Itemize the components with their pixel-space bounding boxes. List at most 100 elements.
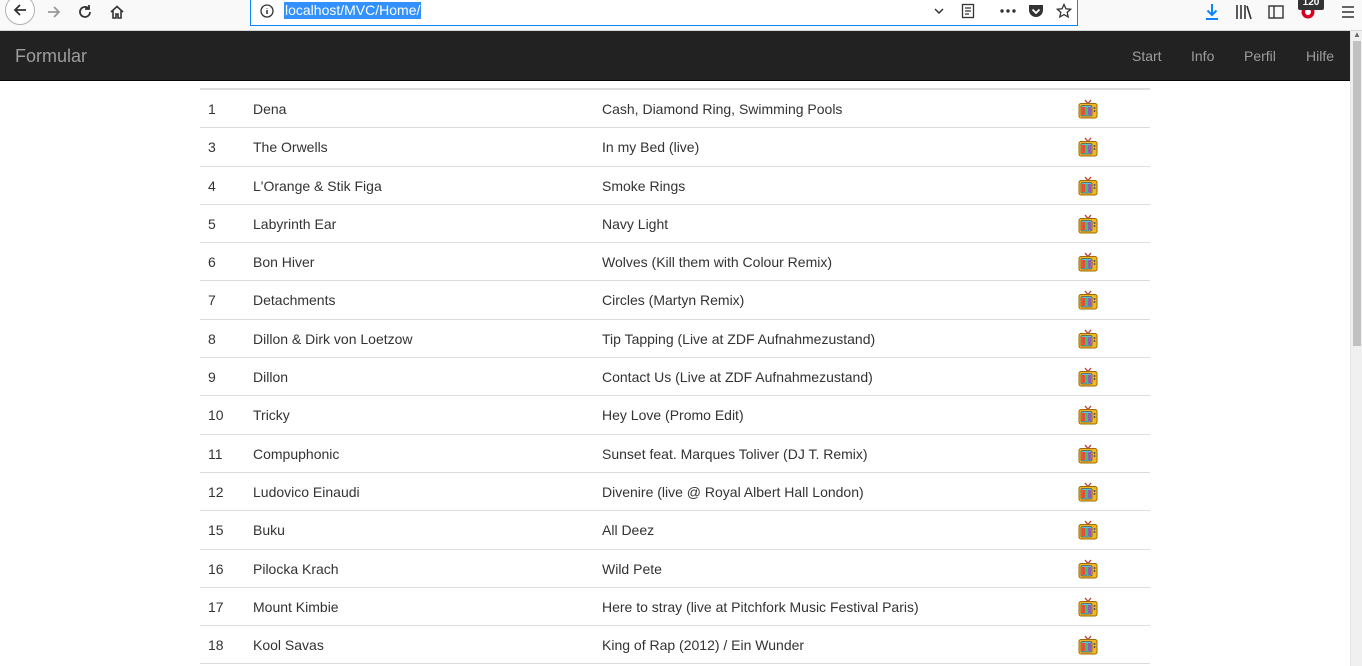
back-button[interactable] bbox=[5, 0, 35, 25]
navbar: Formular Start Info Perfil Hilfe bbox=[0, 31, 1350, 81]
tv-icon[interactable] bbox=[1078, 252, 1098, 272]
forward-button[interactable] bbox=[40, 0, 68, 24]
row-artist: Compuphonic bbox=[253, 445, 340, 462]
row-artist: Pilocka Krach bbox=[253, 560, 339, 577]
table-row: 10 Tricky Hey Love (Promo Edit) bbox=[200, 396, 1150, 435]
scroll-thumb[interactable] bbox=[1353, 41, 1361, 346]
row-title: Wild Pete bbox=[602, 560, 662, 577]
row-title: Wolves (Kill them with Colour Remix) bbox=[602, 254, 833, 271]
bookmark-star-icon[interactable] bbox=[1053, 0, 1075, 22]
nav-item-hilfe[interactable]: Hilfe bbox=[1306, 47, 1334, 65]
menu-button[interactable] bbox=[1334, 0, 1362, 24]
row-artist: Dillon & Dirk von Loetzow bbox=[253, 330, 413, 347]
row-number: 8 bbox=[208, 330, 216, 347]
tv-icon[interactable] bbox=[1078, 444, 1098, 464]
table-row: 4 L'Orange & Stik Figa Smoke Rings bbox=[200, 167, 1150, 205]
reload-icon bbox=[79, 5, 91, 18]
row-number: 6 bbox=[208, 254, 216, 271]
tv-icon[interactable] bbox=[1078, 635, 1098, 655]
chevron-down-icon[interactable] bbox=[928, 0, 950, 22]
table-row: 6 Bon Hiver Wolves (Kill them with Colour … bbox=[200, 243, 1150, 282]
table-row: 5 Labyrinth Ear Navy Light bbox=[200, 205, 1150, 244]
table-row: 18 Kool Savas King of Rap (2012) / Ein Wun… bbox=[200, 626, 1150, 665]
row-title: Sunset feat. Marques Toliver (DJ T. Remi… bbox=[602, 445, 868, 462]
table-row: 17 Mount Kimbie Here to stray (live at Pit… bbox=[200, 588, 1150, 627]
tv-icon[interactable] bbox=[1078, 367, 1098, 387]
row-title: Circles (Martyn Remix) bbox=[602, 292, 745, 309]
row-number: 15 bbox=[208, 522, 224, 539]
sidebar-button[interactable] bbox=[1262, 0, 1290, 24]
tv-icon[interactable] bbox=[1078, 405, 1098, 425]
nav-item-info[interactable]: Info bbox=[1191, 47, 1214, 65]
nav-item-start[interactable]: Start bbox=[1132, 47, 1162, 65]
library-button[interactable] bbox=[1230, 0, 1258, 24]
table-row: 16 Pilocka Krach Wild Pete bbox=[200, 550, 1150, 588]
notification-badge: 120 bbox=[1298, 0, 1324, 10]
table-row: 15 Buku All Deez bbox=[200, 511, 1150, 550]
row-artist: Tricky bbox=[253, 407, 290, 424]
table-row: 7 Detachments Circles (Martyn Remix) bbox=[200, 281, 1150, 320]
url-text[interactable]: localhost/MVC/Home/ bbox=[284, 2, 422, 19]
row-title: Here to stray (live at Pitchfork Music F… bbox=[602, 598, 919, 615]
row-artist: L'Orange & Stik Figa bbox=[253, 177, 382, 194]
row-number: 11 bbox=[208, 445, 223, 462]
row-number: 18 bbox=[208, 637, 224, 654]
row-artist: Buku bbox=[253, 522, 285, 539]
row-title: Divenire (live @ Royal Albert Hall Londo… bbox=[602, 483, 864, 500]
row-title: King of Rap (2012) / Ein Wunder bbox=[602, 637, 805, 654]
row-title: In my Bed (live) bbox=[602, 139, 700, 156]
row-number: 9 bbox=[208, 369, 216, 386]
tv-icon[interactable] bbox=[1078, 597, 1098, 617]
row-number: 12 bbox=[208, 483, 224, 500]
hamburger-menu-icon bbox=[1342, 6, 1354, 18]
arrow-right-icon bbox=[48, 6, 61, 18]
row-number: 1 bbox=[208, 101, 216, 117]
home-icon bbox=[110, 5, 124, 19]
row-number: 17 bbox=[208, 598, 224, 615]
row-number: 4 bbox=[208, 177, 216, 194]
tv-icon[interactable] bbox=[1078, 99, 1098, 119]
tv-icon[interactable] bbox=[1078, 214, 1098, 234]
row-artist: Dena bbox=[253, 101, 287, 117]
row-artist: Detachments bbox=[253, 292, 336, 309]
reload-button[interactable] bbox=[71, 0, 99, 24]
row-number: 3 bbox=[208, 139, 216, 156]
row-title: Smoke Rings bbox=[602, 177, 686, 194]
tv-icon[interactable] bbox=[1078, 559, 1098, 579]
row-number: 16 bbox=[208, 560, 224, 577]
table-row: 11 Compuphonic Sunset feat. Marques Tolive… bbox=[200, 435, 1150, 473]
navbar-brand[interactable]: Formular bbox=[15, 46, 87, 66]
reader-view-icon[interactable] bbox=[957, 0, 979, 22]
row-number: 5 bbox=[208, 215, 216, 232]
home-button[interactable] bbox=[103, 0, 131, 24]
row-title: Contact Us (Live at ZDF Aufnahmezustand) bbox=[602, 369, 873, 386]
table-row: 3 The Orwells In my Bed (live) bbox=[200, 128, 1150, 167]
tv-icon[interactable] bbox=[1078, 329, 1098, 349]
browser-toolbar: localhost/MVC/Home/ 120 bbox=[0, 0, 1362, 31]
tv-icon[interactable] bbox=[1078, 520, 1098, 540]
pocket-icon[interactable] bbox=[1025, 0, 1047, 22]
page-scrollbar[interactable]: ▲ bbox=[1350, 31, 1362, 666]
info-icon[interactable] bbox=[256, 0, 278, 22]
row-artist: Bon Hiver bbox=[253, 254, 315, 271]
row-artist: The Orwells bbox=[253, 139, 328, 156]
row-artist: Labyrinth Ear bbox=[253, 215, 337, 232]
scroll-up-arrow[interactable]: ▲ bbox=[1352, 31, 1362, 39]
tv-icon[interactable] bbox=[1078, 176, 1098, 196]
row-number: 7 bbox=[208, 292, 216, 309]
downloads-button[interactable] bbox=[1198, 0, 1226, 24]
tv-icon[interactable] bbox=[1078, 137, 1098, 157]
tv-icon[interactable] bbox=[1078, 482, 1098, 502]
tv-icon[interactable] bbox=[1078, 290, 1098, 310]
url-bar[interactable]: localhost/MVC/Home/ bbox=[250, 0, 1078, 26]
more-actions-icon[interactable] bbox=[997, 0, 1019, 22]
row-artist: Kool Savas bbox=[253, 637, 324, 654]
table-row: 12 Ludovico Einaudi Divenire (live @ Royal… bbox=[200, 473, 1150, 512]
row-artist: Ludovico Einaudi bbox=[253, 483, 360, 500]
row-title: All Deez bbox=[602, 522, 655, 539]
row-number: 10 bbox=[208, 407, 224, 424]
sidebar-icon bbox=[1268, 5, 1284, 19]
download-icon bbox=[1206, 4, 1218, 20]
row-title: Hey Love (Promo Edit) bbox=[602, 407, 744, 424]
nav-item-perfil[interactable]: Perfil bbox=[1244, 47, 1276, 65]
